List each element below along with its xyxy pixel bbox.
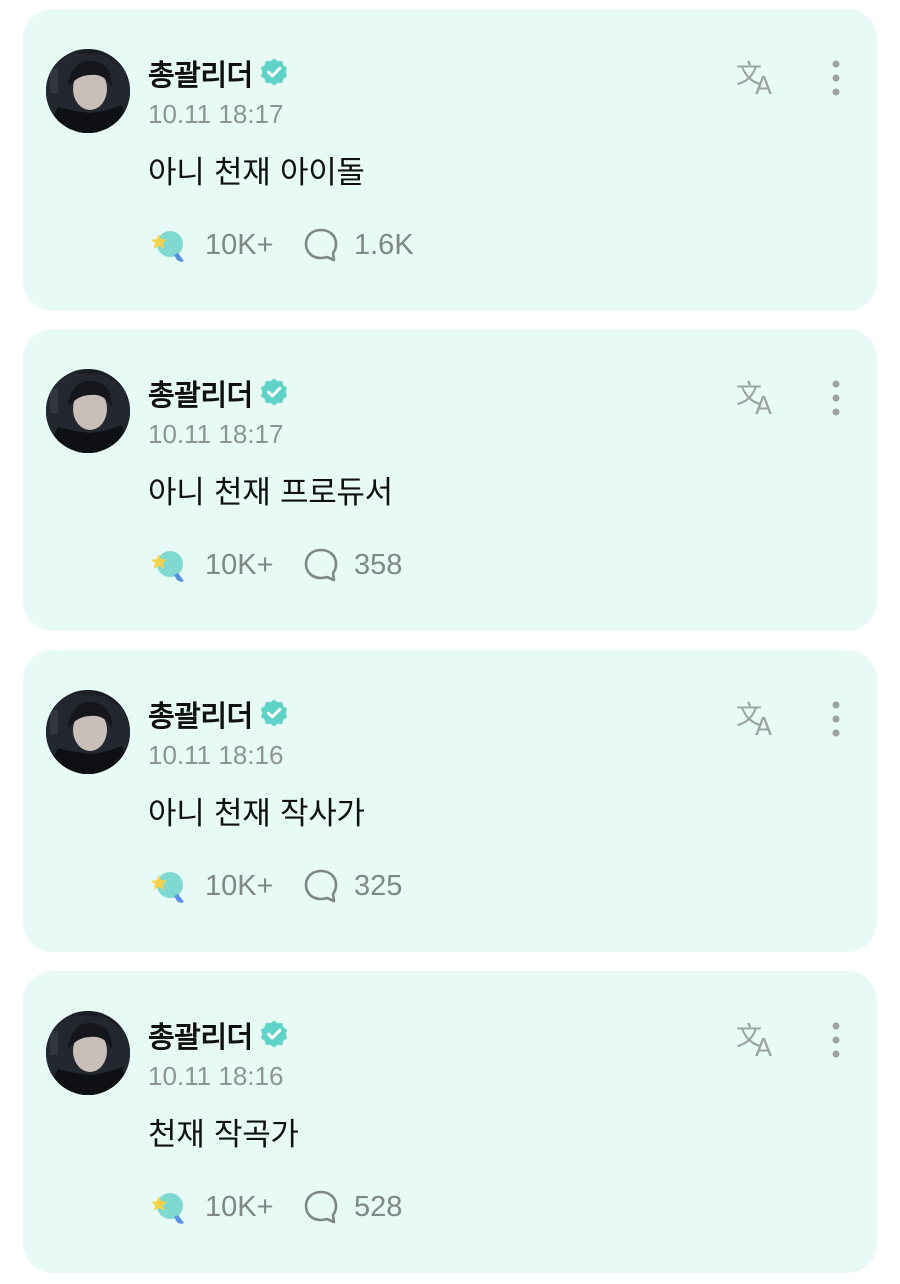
author-row: 총괄리더 [148, 1015, 290, 1055]
svg-text:A: A [755, 391, 772, 417]
post-stats: 10K+ 325 [148, 864, 402, 908]
author-name[interactable]: 총괄리더 [148, 1014, 253, 1056]
verified-badge-icon [258, 57, 290, 89]
post-card[interactable]: 총괄리더 10.11 18:17 아니 천재 아이돌 10K+ 1.6K 文 A [23, 9, 877, 311]
post-timestamp: 10.11 18:16 [148, 1061, 284, 1091]
translate-icon[interactable]: 文 A [735, 698, 783, 741]
author-row: 총괄리더 [148, 373, 290, 413]
svg-text:A: A [755, 712, 772, 738]
svg-text:A: A [755, 1033, 772, 1059]
comment-bubble-icon[interactable] [303, 547, 339, 583]
translate-icon[interactable]: 文 A [735, 377, 783, 420]
comment-bubble-icon[interactable] [303, 868, 339, 904]
avatar[interactable] [46, 49, 130, 133]
post-timestamp: 10.11 18:17 [148, 99, 284, 129]
more-vertical-icon[interactable] [823, 379, 849, 419]
comment-count: 1.6K [354, 228, 414, 261]
translate-icon[interactable]: 文 A [735, 1019, 783, 1062]
comment-count: 358 [354, 548, 403, 581]
verified-badge-icon [258, 1019, 290, 1051]
author-name[interactable]: 총괄리더 [148, 693, 253, 735]
translate-icon[interactable]: 文 A [735, 57, 783, 100]
post-stats: 10K+ 528 [148, 1185, 402, 1229]
avatar[interactable] [46, 690, 130, 774]
post-content: 천재 작곡가 [148, 1117, 299, 1153]
post-content: 아니 천재 작사가 [148, 796, 365, 832]
like-count: 10K+ [205, 1190, 274, 1223]
star-bubble-like-icon[interactable] [148, 866, 188, 906]
comment-count: 528 [354, 1190, 403, 1223]
post-content: 아니 천재 프로듀서 [148, 475, 393, 511]
comment-bubble-icon[interactable] [303, 1189, 339, 1225]
more-vertical-icon[interactable] [823, 59, 849, 99]
post-card[interactable]: 총괄리더 10.11 18:16 천재 작곡가 10K+ 528 文 A [23, 971, 877, 1273]
post-stats: 10K+ 1.6K [148, 223, 414, 267]
comment-bubble-icon[interactable] [303, 227, 339, 263]
more-vertical-icon[interactable] [823, 1021, 849, 1061]
verified-badge-icon [258, 377, 290, 409]
verified-badge-icon [258, 698, 290, 730]
author-name[interactable]: 총괄리더 [148, 372, 253, 414]
post-card[interactable]: 총괄리더 10.11 18:16 아니 천재 작사가 10K+ 325 文 A [23, 650, 877, 952]
like-count: 10K+ [205, 548, 274, 581]
post-stats: 10K+ 358 [148, 543, 402, 587]
like-count: 10K+ [205, 228, 274, 261]
avatar[interactable] [46, 369, 130, 453]
post-card[interactable]: 총괄리더 10.11 18:17 아니 천재 프로듀서 10K+ 358 文 A [23, 329, 877, 631]
author-row: 총괄리더 [148, 53, 290, 93]
comment-count: 325 [354, 869, 403, 902]
star-bubble-like-icon[interactable] [148, 1187, 188, 1227]
like-count: 10K+ [205, 869, 274, 902]
author-row: 총괄리더 [148, 694, 290, 734]
more-vertical-icon[interactable] [823, 700, 849, 740]
star-bubble-like-icon[interactable] [148, 225, 188, 265]
star-bubble-like-icon[interactable] [148, 545, 188, 585]
post-timestamp: 10.11 18:17 [148, 419, 284, 449]
post-content: 아니 천재 아이돌 [148, 155, 365, 191]
author-name[interactable]: 총괄리더 [148, 52, 253, 94]
post-timestamp: 10.11 18:16 [148, 740, 284, 770]
avatar[interactable] [46, 1011, 130, 1095]
svg-text:A: A [755, 71, 772, 97]
